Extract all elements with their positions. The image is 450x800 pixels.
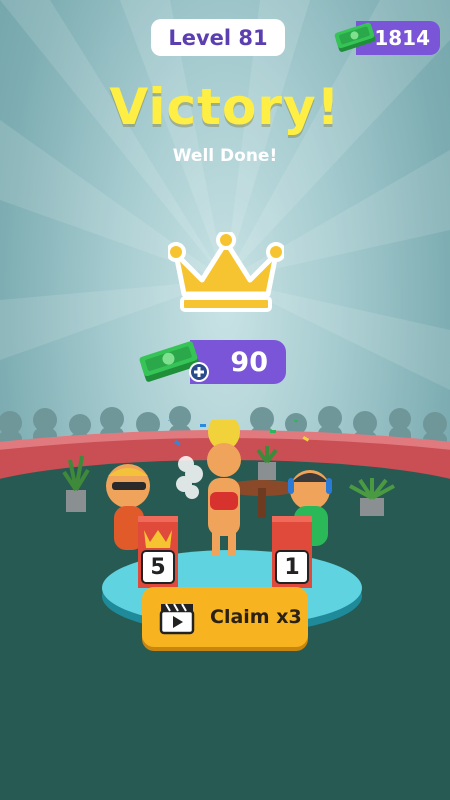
game-scene: 5 1 Level 81 1814 Victory! Well Done! 90 [0,0,450,800]
victory-title: Victory! [109,78,341,136]
plant-left [62,455,90,512]
rank-card-left: 5 [141,550,175,584]
claim-x3-button[interactable]: Claim x3 [142,587,308,647]
crown-icon [168,232,284,312]
victory-subtitle: Well Done! [172,146,278,166]
plant-right [349,478,395,516]
level-indicator: Level 81 [151,19,285,56]
rank-card-right: 1 [275,550,309,584]
claim-button-label: Claim x3 [210,606,302,628]
cash-plus-icon [139,341,209,382]
cash-stack-icon [334,22,376,52]
video-clapper-icon [159,603,195,635]
plant-middle [256,446,278,480]
